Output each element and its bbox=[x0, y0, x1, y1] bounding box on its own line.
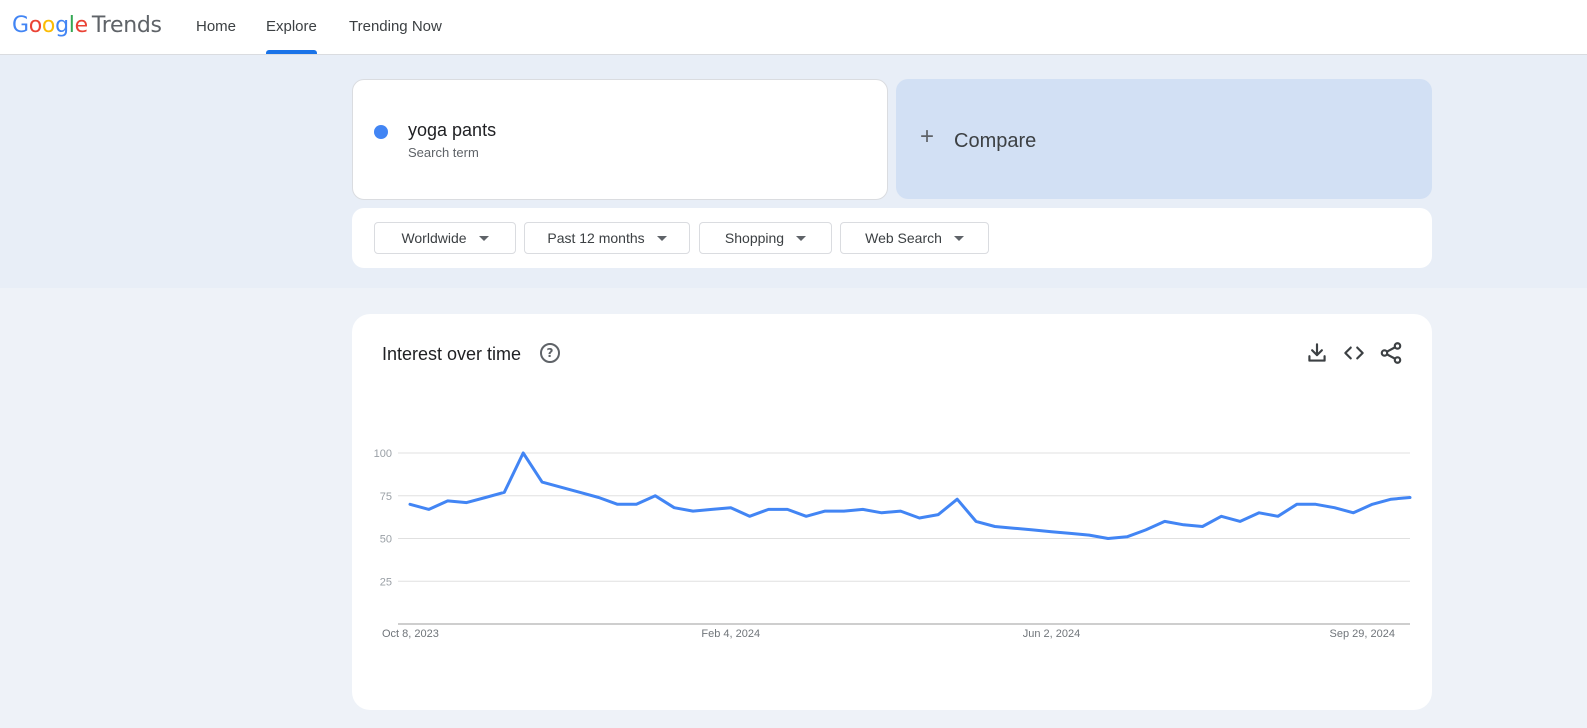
x-tick-label: Feb 4, 2024 bbox=[701, 628, 760, 640]
data-point bbox=[427, 507, 431, 511]
x-tick-label: Sep 29, 2024 bbox=[1330, 628, 1395, 640]
data-point bbox=[653, 494, 657, 498]
data-point bbox=[691, 509, 695, 513]
y-tick-label: 25 bbox=[380, 576, 392, 588]
nav-explore[interactable]: Explore bbox=[266, 18, 317, 35]
data-point bbox=[748, 514, 752, 518]
data-point bbox=[899, 509, 903, 513]
data-point bbox=[974, 519, 978, 523]
search-term-name[interactable]: yoga pants bbox=[408, 120, 496, 141]
filter-time-label: Past 12 months bbox=[547, 230, 645, 246]
y-tick-label: 50 bbox=[380, 534, 392, 546]
data-point bbox=[1314, 502, 1318, 506]
data-point bbox=[465, 501, 469, 505]
data-point bbox=[1031, 528, 1035, 532]
plus-icon: + bbox=[920, 123, 935, 150]
data-point bbox=[1050, 530, 1054, 534]
filter-category-label: Shopping bbox=[724, 230, 785, 246]
logo-trends-text: Trends bbox=[91, 13, 162, 38]
caret-down-icon bbox=[796, 235, 807, 241]
filter-bar: Worldwide Past 12 months Shopping Web Se… bbox=[352, 208, 1432, 268]
search-term-card[interactable]: yoga pants Search term bbox=[352, 79, 888, 200]
data-point bbox=[616, 502, 620, 506]
google-trends-logo[interactable]: Google Trends bbox=[12, 13, 162, 38]
data-point bbox=[1087, 533, 1091, 537]
compare-button[interactable]: + Compare bbox=[896, 79, 1432, 199]
data-point bbox=[540, 480, 544, 484]
data-point bbox=[1389, 497, 1393, 501]
data-point bbox=[446, 499, 450, 503]
data-point bbox=[1068, 531, 1072, 535]
data-point bbox=[1182, 523, 1186, 527]
data-point bbox=[408, 502, 412, 506]
caret-down-icon bbox=[953, 235, 964, 241]
data-point bbox=[917, 516, 921, 520]
nav-trending-now[interactable]: Trending Now bbox=[349, 18, 442, 35]
filter-region-label: Worldwide bbox=[401, 230, 467, 246]
data-point bbox=[936, 513, 940, 517]
data-point bbox=[1276, 514, 1280, 518]
data-point bbox=[1144, 528, 1148, 532]
caret-down-icon bbox=[656, 235, 667, 241]
data-point bbox=[1125, 535, 1129, 539]
data-point bbox=[1333, 506, 1337, 510]
nav-active-indicator bbox=[266, 50, 317, 54]
data-point bbox=[1163, 519, 1167, 523]
data-point bbox=[710, 507, 714, 511]
data-point bbox=[1295, 502, 1299, 506]
data-point bbox=[861, 507, 865, 511]
data-point bbox=[880, 511, 884, 515]
data-point bbox=[559, 485, 563, 489]
filter-region-dropdown[interactable]: Worldwide bbox=[374, 222, 516, 254]
x-tick-label: Oct 8, 2023 bbox=[382, 628, 439, 640]
y-tick-label: 75 bbox=[380, 491, 392, 503]
data-point bbox=[1257, 511, 1261, 515]
filter-time-dropdown[interactable]: Past 12 months bbox=[524, 222, 690, 254]
filter-category-dropdown[interactable]: Shopping bbox=[699, 222, 832, 254]
term-color-dot bbox=[374, 125, 388, 139]
data-point bbox=[804, 514, 808, 518]
data-point bbox=[785, 507, 789, 511]
data-point bbox=[521, 451, 525, 455]
data-point bbox=[483, 495, 487, 499]
search-term-type: Search term bbox=[408, 145, 479, 160]
caret-down-icon bbox=[478, 235, 489, 241]
x-tick-label: Jun 2, 2024 bbox=[1023, 628, 1081, 640]
data-point bbox=[1408, 495, 1412, 499]
data-point bbox=[729, 506, 733, 510]
data-point bbox=[823, 509, 827, 513]
data-point bbox=[1370, 502, 1374, 506]
data-point bbox=[955, 497, 959, 501]
nav-home[interactable]: Home bbox=[196, 18, 236, 35]
compare-label: Compare bbox=[954, 130, 1037, 152]
y-tick-label: 100 bbox=[374, 448, 392, 460]
data-point bbox=[1106, 537, 1110, 541]
data-point bbox=[578, 490, 582, 494]
filter-property-label: Web Search bbox=[865, 230, 942, 246]
data-point bbox=[1351, 511, 1355, 515]
interest-chart: 25 50 75 100 Oct 8, 2023 Feb 4, 2024 Jun 2, 20… bbox=[374, 448, 1412, 640]
app-header: Google Trends Home Explore Trending Now bbox=[0, 0, 1587, 55]
data-point bbox=[634, 502, 638, 506]
data-point bbox=[1219, 514, 1223, 518]
data-point bbox=[597, 495, 601, 499]
logo-google-text: Google bbox=[12, 13, 88, 38]
data-point bbox=[1200, 525, 1204, 529]
data-point bbox=[993, 525, 997, 529]
data-point bbox=[1238, 519, 1242, 523]
data-point bbox=[672, 506, 676, 510]
data-point bbox=[842, 509, 846, 513]
data-point bbox=[502, 490, 506, 494]
data-point bbox=[1012, 526, 1016, 530]
interest-over-time-card: Interest over time ? 25 50 75 100 Oct 8, 202… bbox=[352, 314, 1432, 710]
filter-property-dropdown[interactable]: Web Search bbox=[840, 222, 989, 254]
data-point bbox=[766, 507, 770, 511]
